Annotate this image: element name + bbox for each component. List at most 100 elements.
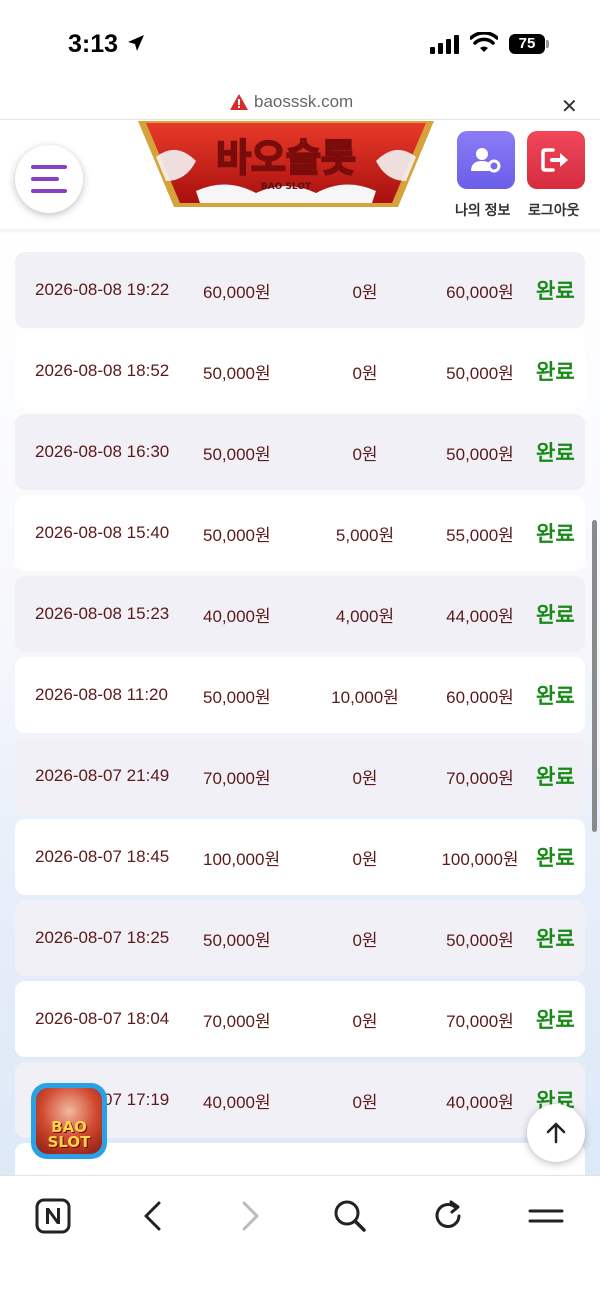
row-total: 70,000원 xyxy=(446,1011,514,1031)
row-date: 2026-08-08 15:23 xyxy=(35,604,170,623)
list-item: 2026-08-07 18:25 50,000원 0원 50,000원 완료 xyxy=(15,900,585,976)
row-total: 60,000원 xyxy=(446,687,514,707)
my-info-button[interactable] xyxy=(457,131,515,189)
location-arrow-icon xyxy=(128,35,144,51)
row-status: 완료 xyxy=(536,1009,575,1032)
menu-line xyxy=(31,189,67,193)
row-total: 50,000원 xyxy=(446,363,514,383)
row-amount: 50,000원 xyxy=(203,687,271,707)
scroll-to-top-button[interactable] xyxy=(527,1104,585,1162)
float-logo-line2: SLOT xyxy=(47,1133,91,1151)
row-status: 완료 xyxy=(536,523,575,546)
list-item: 2026-08-08 11:20 50,000원 10,000원 60,000원… xyxy=(15,657,585,733)
row-date: 2026-08-08 15:40 xyxy=(35,523,170,542)
browser-toolbar xyxy=(0,1175,600,1301)
search-icon xyxy=(334,1200,366,1232)
arrow-up-icon xyxy=(546,1122,566,1144)
battery-cap xyxy=(546,40,549,48)
row-status: 완료 xyxy=(536,685,575,708)
clock-time: 3:13 xyxy=(68,30,119,58)
chevron-left-icon xyxy=(144,1201,161,1231)
row-date: 2026-08-08 19:22 xyxy=(35,280,170,299)
row-amount: 50,000원 xyxy=(203,363,271,383)
row-bonus: 0원 xyxy=(352,849,378,869)
url-text[interactable]: baosssk.com xyxy=(254,92,353,112)
naver-icon xyxy=(35,1198,71,1234)
row-bonus: 0원 xyxy=(352,930,378,950)
menu-line xyxy=(31,177,59,181)
logout-icon xyxy=(541,148,568,172)
row-total: 50,000원 xyxy=(446,444,514,464)
row-bonus: 0원 xyxy=(352,768,378,788)
row-date: 2026-08-07 18:04 xyxy=(35,1009,170,1028)
menu-line xyxy=(31,165,67,169)
row-bonus: 10,000원 xyxy=(331,687,399,707)
row-status: 완료 xyxy=(536,442,575,465)
row-status: 완료 xyxy=(536,766,575,789)
row-total: 70,000원 xyxy=(446,768,514,788)
search-button[interactable] xyxy=(330,1196,370,1236)
row-amount: 50,000원 xyxy=(203,525,271,545)
row-status: 완료 xyxy=(536,847,575,870)
row-bonus: 0원 xyxy=(352,363,378,383)
list-item: 2026-08-08 16:30 50,000원 0원 50,000원 완료 xyxy=(15,414,585,490)
row-amount: 60,000원 xyxy=(203,282,271,302)
row-total: 60,000원 xyxy=(446,282,514,302)
reload-button[interactable] xyxy=(428,1196,468,1236)
row-date: 2026-08-08 16:30 xyxy=(35,442,170,461)
logout-button[interactable] xyxy=(527,131,585,189)
row-bonus: 0원 xyxy=(352,444,378,464)
wifi-icon xyxy=(470,32,498,52)
menu-tabs-button[interactable] xyxy=(526,1196,566,1236)
logo-title: 바오슬롯 xyxy=(216,136,356,180)
chevron-right-icon xyxy=(242,1201,259,1231)
scrollbar[interactable] xyxy=(592,520,597,832)
deposit-history-list: 2026-08-08 19:22 60,000원 0원 60,000원 완료 2… xyxy=(0,229,600,1175)
row-total: 50,000원 xyxy=(446,930,514,950)
row-status: 완료 xyxy=(536,928,575,951)
logo-subtitle: BAO SLOT xyxy=(261,182,312,192)
status-bar: 3:13 75 xyxy=(0,0,600,88)
row-amount: 70,000원 xyxy=(203,768,271,788)
list-item: 2026-08-08 15:40 50,000원 5,000원 55,000원 … xyxy=(15,495,585,571)
row-amount: 50,000원 xyxy=(203,930,271,950)
row-amount: 40,000원 xyxy=(203,1092,271,1112)
row-amount: 40,000원 xyxy=(203,606,271,626)
row-bonus: 0원 xyxy=(352,1011,378,1031)
row-date: 2026-08-07 18:45 xyxy=(35,847,170,866)
bao-slot-app-button[interactable]: BAO SLOT xyxy=(31,1083,107,1159)
cellular-signal-icon xyxy=(430,35,459,54)
back-button[interactable] xyxy=(132,1196,172,1236)
list-item: 2026-08-07 18:04 70,000원 0원 70,000원 완료 xyxy=(15,981,585,1057)
row-total: 100,000원 xyxy=(441,849,519,869)
battery-indicator: 75 xyxy=(509,34,545,54)
reload-icon xyxy=(435,1200,461,1228)
list-item: 2026-08-08 15:23 40,000원 4,000원 44,000원 … xyxy=(15,576,585,652)
row-bonus: 0원 xyxy=(352,282,378,302)
menu-button[interactable] xyxy=(15,145,83,213)
row-date: 2026-08-07 18:25 xyxy=(35,928,170,947)
bao-slot-logo[interactable]: 바오슬롯 BAO SLOT xyxy=(136,121,436,209)
my-info-label[interactable]: 나의 정보 xyxy=(455,200,510,220)
close-icon[interactable]: ✕ xyxy=(561,94,578,119)
row-total: 55,000원 xyxy=(446,525,514,545)
row-amount: 100,000원 xyxy=(203,849,281,869)
row-bonus: 4,000원 xyxy=(335,606,395,626)
logout-label[interactable]: 로그아웃 xyxy=(528,200,580,220)
row-amount: 70,000원 xyxy=(203,1011,271,1031)
browser-url-bar[interactable]: baosssk.com ✕ xyxy=(0,88,600,120)
row-bonus: 0원 xyxy=(352,1092,378,1112)
naver-home-button[interactable] xyxy=(33,1196,73,1236)
forward-button[interactable] xyxy=(231,1196,271,1236)
row-date: 2026-08-08 11:20 xyxy=(35,685,168,704)
row-total: 44,000원 xyxy=(446,606,514,626)
warning-icon xyxy=(230,94,248,110)
site-header: 바오슬롯 BAO SLOT 나의 정보 로그아웃 xyxy=(0,121,600,229)
hamburger-icon xyxy=(528,1209,564,1223)
row-date: 2026-08-08 18:52 xyxy=(35,361,170,380)
row-total: 40,000원 xyxy=(446,1092,514,1112)
row-status: 완료 xyxy=(536,361,575,384)
user-settings-icon xyxy=(471,148,501,173)
list-item: 2026-08-08 18:52 50,000원 0원 50,000원 완료 xyxy=(15,333,585,409)
list-item: 2026-08-07 18:45 100,000원 0원 100,000원 완료 xyxy=(15,819,585,895)
